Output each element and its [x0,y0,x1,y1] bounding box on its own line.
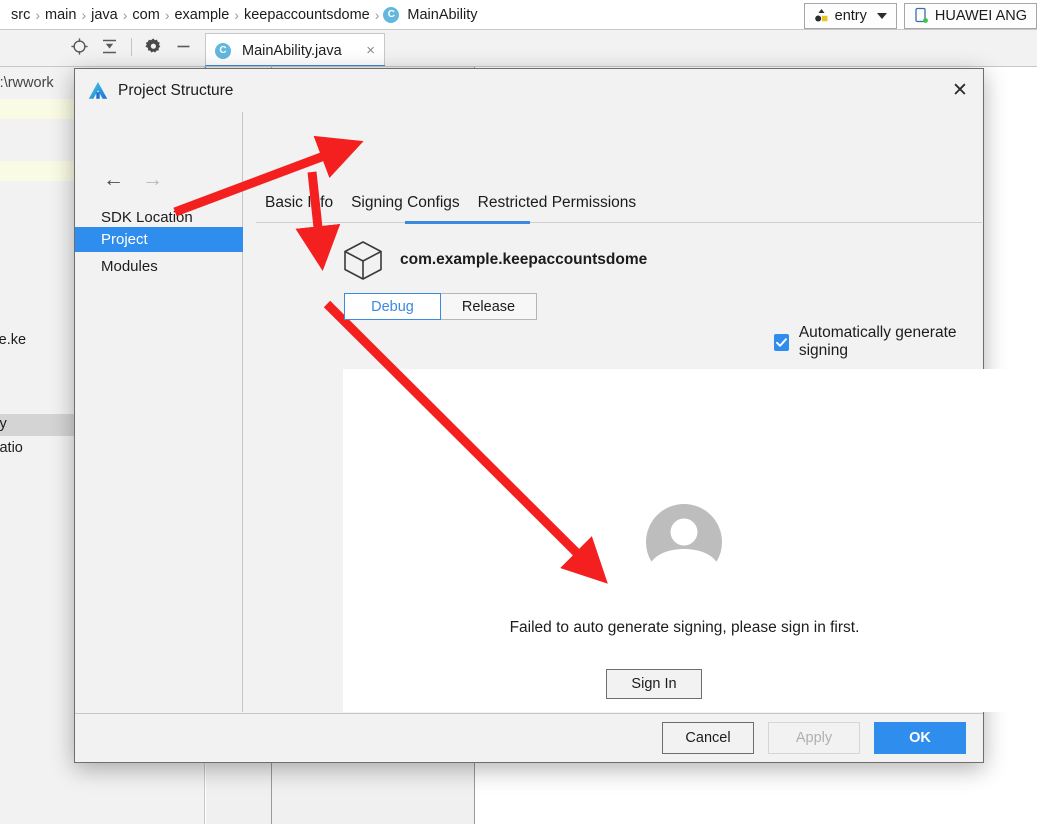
close-icon[interactable]: ✕ [937,69,983,112]
signing-content-card: Failed to auto generate signing, please … [343,369,1026,712]
breadcrumb-separator: › [81,6,87,23]
breadcrumb-item-6[interactable]: MainAbility [404,7,480,23]
tab-bar-divider [256,222,982,223]
signing-failure-message: Failed to auto generate signing, please … [509,619,860,636]
chevron-down-icon [876,12,887,19]
java-class-icon: C [383,6,400,23]
package-name: com.example.keepaccountsdome [400,251,648,268]
deveco-studio-logo-icon [88,81,108,99]
apply-button-label: Apply [795,730,833,746]
ok-button-label: OK [909,730,931,746]
ok-button[interactable]: OK [874,722,966,754]
module-selector-combo[interactable]: entry [803,2,897,29]
dialog-main-content: Basic Info Signing Configs Restricted Pe… [244,112,1026,712]
tab-label: Restricted Permissions [477,194,637,211]
breadcrumb-separator: › [374,6,380,23]
dialog-title: Project Structure [118,81,234,99]
tab-label: Basic Info [265,194,334,211]
breadcrumb-item-4[interactable]: example [171,7,232,23]
cancel-button-label: Cancel [685,730,731,746]
sign-in-button[interactable]: Sign In [606,669,702,699]
breadcrumb-item-3[interactable]: com [129,7,162,23]
project-structure-dialog: Project Structure ✕ ← → SDK Location Pro… [74,68,1026,763]
auto-generate-signing-label: Automatically generate signing [798,324,957,359]
package-row: com.example.keepaccountsdome [340,237,647,283]
tab-bar: Basic Info Signing Configs Restricted Pe… [256,194,645,218]
tab-active-underline [405,221,530,224]
sidebar-item-project[interactable]: Project [75,227,243,252]
sidebar-item-label: SDK Location [101,209,193,226]
sign-in-button-label: Sign In [631,676,677,692]
device-selector-combo[interactable]: HUAWEI ANG [903,2,1037,29]
java-class-icon: C [215,42,231,59]
user-avatar-placeholder-icon [645,504,723,562]
toolbar-divider [131,37,132,56]
sidebar-item-label: Project [101,231,148,248]
settings-gear-icon[interactable] [140,33,167,60]
device-selector-label: HUAWEI ANG [934,7,1027,24]
apply-button: Apply [768,722,860,754]
variant-label: Debug [371,298,414,315]
checkmark-icon [775,337,787,347]
breadcrumb-item-5[interactable]: keepaccountsdome [241,7,373,23]
dialog-titlebar: Project Structure [75,69,983,112]
minimize-icon[interactable] [170,33,197,60]
variant-release-button[interactable]: Release [440,293,537,320]
module-selector-label: entry [834,7,867,24]
breadcrumb-item-1[interactable]: main [42,7,79,23]
list-item[interactable]: nAbility [0,416,7,432]
run-configuration-widgets: entry HUAWEI ANG [803,2,1037,29]
breadcrumb-item-0[interactable]: src [8,7,33,23]
phone-icon [915,7,928,23]
tool-window-actions [66,33,197,60]
breadcrumb-item-2[interactable]: java [88,7,121,23]
project-tree-path: E:\rwwork [0,75,54,91]
build-variant-toggle: Debug Release [344,293,537,320]
variant-label: Release [461,298,516,315]
dialog-nav-history: ← → [103,169,163,190]
checkbox-checked-icon[interactable] [774,333,789,351]
cube-module-icon [344,241,382,280]
close-icon[interactable]: × [366,42,375,59]
tab-restricted-permissions[interactable]: Restricted Permissions [469,194,646,218]
breadcrumb-separator: › [122,6,128,23]
breadcrumb-separator: › [164,6,170,23]
sidebar-item-modules[interactable]: Modules [75,254,243,279]
cancel-button[interactable]: Cancel [662,722,754,754]
tab-basic-info[interactable]: Basic Info [256,194,342,218]
editor-tab-mainability[interactable]: C MainAbility.java × [205,33,385,68]
breadcrumb-separator: › [234,6,239,23]
module-icon [814,9,828,22]
collapse-all-icon[interactable] [96,33,123,60]
locate-target-icon[interactable] [66,33,93,60]
breadcrumb-separator: › [35,6,41,23]
auto-generate-signing-row[interactable]: Automatically generate signing [774,324,983,360]
tab-label: Signing Configs [351,194,460,211]
list-item[interactable]: xample.ke [0,332,26,348]
dialog-sidebar: ← → SDK Location Project Modules [75,112,243,712]
variant-debug-button[interactable]: Debug [344,293,441,320]
tab-signing-configs[interactable]: Signing Configs [342,194,469,218]
forward-arrow-icon[interactable]: → [142,169,163,190]
sidebar-item-label: Modules [101,258,158,275]
editor-tab-label: MainAbility.java [242,42,342,59]
back-arrow-icon[interactable]: ← [103,169,124,190]
list-item[interactable]: Applicatio [0,440,23,456]
dialog-footer: Cancel Apply OK [75,714,983,762]
